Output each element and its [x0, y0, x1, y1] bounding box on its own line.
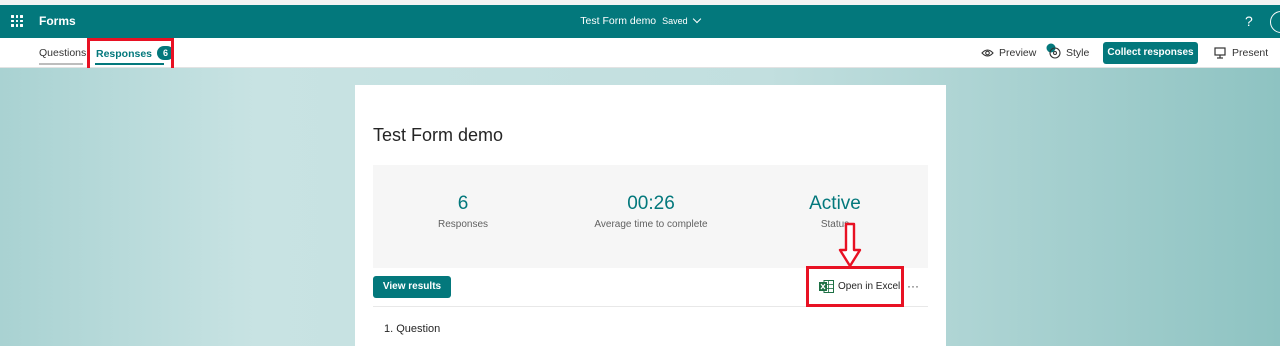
stat-average-time: 00:26 Average time to complete — [573, 193, 729, 230]
present-icon[interactable] — [1214, 47, 1226, 59]
document-title: Test Form demo — [580, 15, 657, 27]
stat-average-time-label: Average time to complete — [594, 219, 708, 230]
save-status: Saved — [662, 16, 688, 26]
palette-icon[interactable] — [1046, 42, 1062, 60]
avatar[interactable] — [1270, 11, 1280, 33]
stat-status-value: Active — [809, 193, 861, 214]
help-icon[interactable]: ? — [1245, 13, 1253, 29]
view-results-button[interactable]: View results — [373, 276, 451, 298]
stat-status: Active Status — [785, 193, 885, 230]
tab-questions[interactable]: Questions — [39, 47, 86, 59]
stat-status-label: Status — [820, 219, 850, 230]
chevron-down-icon — [692, 14, 701, 24]
preview-button[interactable]: Preview — [999, 47, 1036, 59]
collect-responses-button[interactable]: Collect responses — [1103, 42, 1198, 64]
more-icon[interactable]: ··· — [907, 279, 919, 293]
form-title: Test Form demo — [373, 125, 504, 145]
app-header: Forms Test Form demo Saved ? — [0, 5, 1280, 38]
present-button[interactable]: Present — [1232, 47, 1268, 59]
down-arrow-annotation — [838, 222, 862, 268]
tab-questions-underline — [39, 63, 83, 65]
stat-average-time-value: 00:26 — [627, 193, 675, 214]
stat-responses-value: 6 — [457, 193, 469, 214]
annotation-box-open-in-excel — [806, 266, 904, 307]
document-title-bar[interactable]: Test Form demo Saved — [0, 14, 1280, 27]
eye-icon[interactable] — [981, 48, 994, 58]
stat-responses-label: Responses — [437, 219, 489, 230]
style-button[interactable]: Style — [1066, 47, 1089, 59]
stat-responses: 6 Responses — [413, 193, 513, 230]
question-item[interactable]: 1. Question — [384, 323, 440, 335]
tab-bar: Questions Responses 6 Preview Style Prese… — [0, 38, 1280, 68]
